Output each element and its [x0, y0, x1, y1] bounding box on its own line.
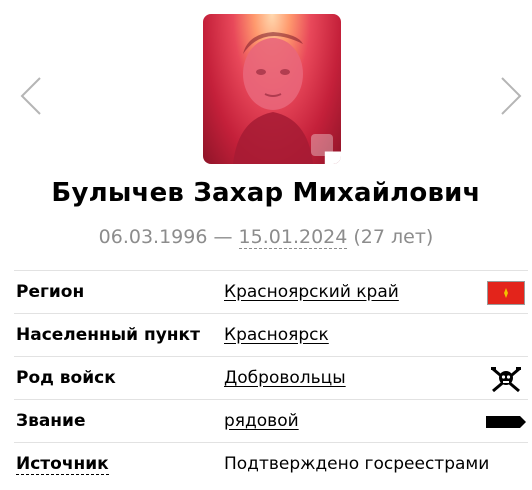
source-label-text[interactable]: Источник: [16, 454, 109, 475]
details-table: Регион Красноярский край Населенный пунк…: [14, 270, 528, 485]
rank-link[interactable]: рядовой: [224, 411, 299, 431]
chevron-left-icon: [20, 77, 41, 115]
prev-photo-button[interactable]: [18, 74, 44, 118]
next-photo-button[interactable]: [498, 74, 524, 118]
rank-shoulder-mark-icon: [486, 409, 526, 435]
detail-row-source: Источник Подтверждено госреестрами: [14, 442, 528, 485]
age: (27 лет): [347, 226, 434, 248]
settlement-link[interactable]: Красноярск: [224, 325, 329, 345]
detail-row-region: Регион Красноярский край: [14, 270, 528, 313]
detail-row-settlement: Населенный пункт Красноярск: [14, 313, 528, 356]
detail-row-troops: Род войск Добровольцы: [14, 356, 528, 399]
region-flag-icon: [486, 280, 526, 306]
death-date[interactable]: 15.01.2024: [238, 226, 348, 249]
region-link[interactable]: Красноярский край: [224, 282, 399, 302]
region-label: Регион: [16, 282, 85, 302]
source-value: Подтверждено госреестрами: [224, 454, 490, 474]
chevron-right-icon: [501, 77, 522, 115]
date-separator: —: [207, 226, 239, 248]
troops-label: Род войск: [16, 368, 116, 388]
source-label[interactable]: Источник: [14, 454, 224, 475]
volunteers-emblem-icon: [486, 366, 526, 393]
person-photo[interactable]: [203, 14, 341, 164]
birth-date: 06.03.1996: [98, 226, 208, 248]
detail-row-rank: Звание рядовой: [14, 399, 528, 442]
flag-icon: [324, 151, 341, 164]
photo-flag-badge[interactable]: [311, 134, 341, 164]
rank-label: Звание: [16, 411, 86, 431]
person-name: Булычев Захар Михайлович: [51, 178, 481, 208]
life-dates: 06.03.1996 — 15.01.2024 (27 лет): [0, 226, 532, 249]
settlement-label: Населенный пункт: [16, 325, 200, 345]
troops-link[interactable]: Добровольцы: [224, 368, 346, 388]
